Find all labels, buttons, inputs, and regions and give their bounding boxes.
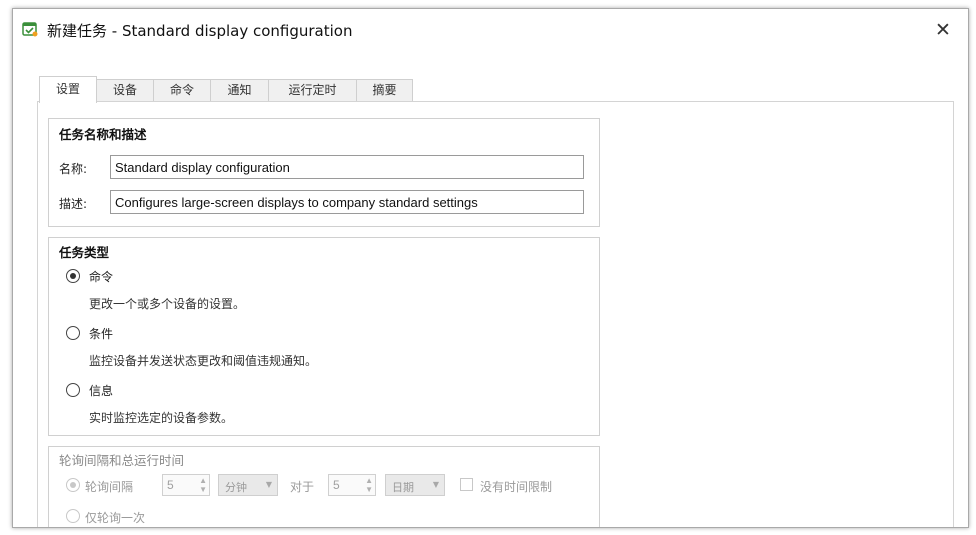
settings-panel: 任务名称和描述 名称: 描述: 任务类型 命令 更改一个或多个设备的设置。 条件… <box>37 101 954 527</box>
stepper-arrows-icon: ▲ ▼ <box>199 476 207 494</box>
interval-unit-value: 分钟 <box>225 481 247 494</box>
condition-radio-label: 条件 <box>89 327 114 341</box>
new-task-dialog: 新建任务 - Standard display configuration ✕ … <box>12 8 969 528</box>
polling-interval-label: 轮询间隔 <box>85 480 134 494</box>
command-radio-label: 命令 <box>89 270 114 284</box>
polling-interval-radio[interactable] <box>66 478 80 492</box>
condition-radio[interactable] <box>66 326 80 340</box>
close-icon: ✕ <box>935 19 951 41</box>
window-title: 新建任务 - Standard display configuration <box>47 22 353 40</box>
tab-schedule[interactable]: 运行定时 <box>268 79 357 101</box>
chevron-down-icon: ▼ <box>265 480 272 489</box>
task-type-group: 任务类型 命令 更改一个或多个设备的设置。 条件 监控设备并发送状态更改和阈值违… <box>48 237 600 436</box>
duration-unit-value: 日期 <box>392 481 414 494</box>
title-bar: 新建任务 - Standard display configuration ✕ <box>13 9 968 51</box>
task-name-group: 任务名称和描述 名称: 描述: <box>48 118 600 227</box>
tab-notifications[interactable]: 通知 <box>210 79 269 101</box>
close-button[interactable]: ✕ <box>930 17 956 43</box>
condition-description: 监控设备并发送状态更改和阈值违规通知。 <box>89 354 318 368</box>
name-label: 名称: <box>59 162 88 176</box>
interval-value: 5 <box>167 478 174 492</box>
task-name-group-title: 任务名称和描述 <box>59 127 147 142</box>
stepper-arrows-icon: ▲ ▼ <box>365 476 373 494</box>
tab-commands[interactable]: 命令 <box>153 79 211 101</box>
information-radio-label: 信息 <box>89 384 114 398</box>
chevron-down-icon: ▼ <box>432 480 439 489</box>
tab-settings[interactable]: 设置 <box>39 76 97 103</box>
no-time-limit-label: 没有时间限制 <box>480 480 553 494</box>
interval-unit-dropdown[interactable]: 分钟 ▼ <box>218 474 278 496</box>
poll-once-label: 仅轮询一次 <box>85 511 146 525</box>
task-type-group-title: 任务类型 <box>59 245 110 260</box>
poll-once-radio[interactable] <box>66 509 80 523</box>
command-description: 更改一个或多个设备的设置。 <box>89 297 246 311</box>
task-app-icon <box>22 21 38 37</box>
information-description: 实时监控选定的设备参数。 <box>89 411 234 425</box>
polling-group: 轮询间隔和总运行时间 轮询间隔 5 ▲ ▼ 分钟 ▼ 对于 5 ▲ ▼ 日期 ▼ 没… <box>48 446 600 527</box>
command-radio[interactable] <box>66 269 80 283</box>
duration-unit-dropdown[interactable]: 日期 ▼ <box>385 474 445 496</box>
duration-value: 5 <box>333 478 340 492</box>
no-time-limit-checkbox[interactable] <box>460 478 473 491</box>
information-radio[interactable] <box>66 383 80 397</box>
polling-group-title: 轮询间隔和总运行时间 <box>59 453 185 468</box>
tab-summary[interactable]: 摘要 <box>356 79 413 101</box>
task-name-input[interactable] <box>110 155 584 179</box>
duration-stepper[interactable]: 5 ▲ ▼ <box>328 474 376 496</box>
interval-stepper[interactable]: 5 ▲ ▼ <box>162 474 210 496</box>
description-label: 描述: <box>59 197 88 211</box>
for-label: 对于 <box>290 480 315 494</box>
task-description-input[interactable] <box>110 190 584 214</box>
tab-devices[interactable]: 设备 <box>96 79 154 101</box>
